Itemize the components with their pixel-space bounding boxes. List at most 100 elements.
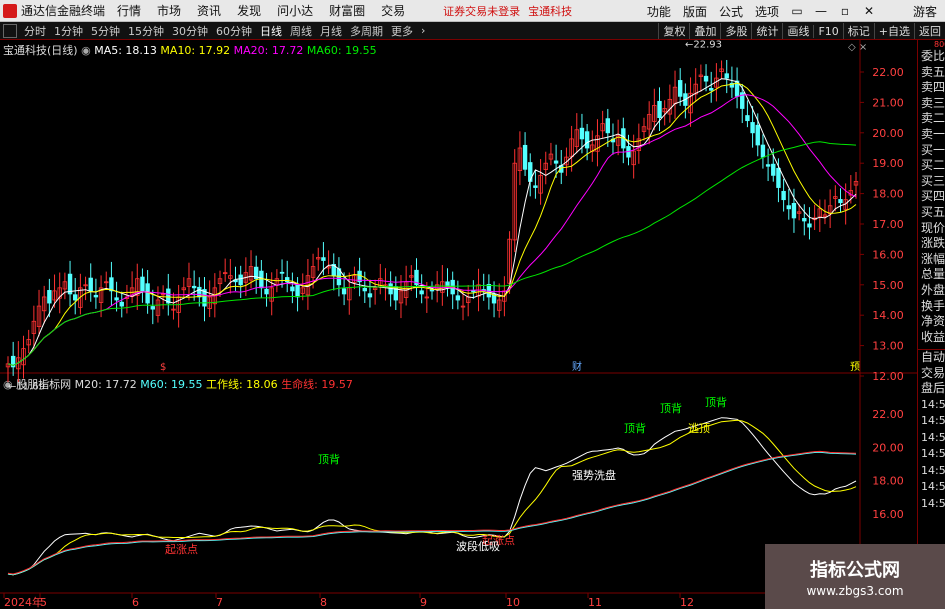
candle-body <box>238 274 243 286</box>
sub-tick-label: 20.00 <box>872 441 904 454</box>
overlay-button[interactable]: 叠加 <box>689 23 720 39</box>
sidebar-item-0[interactable]: 委比 <box>918 49 945 65</box>
window-layout-icon[interactable]: ▭ <box>791 5 803 17</box>
tab-intraday[interactable]: 分时 <box>20 23 50 39</box>
f10-button[interactable]: F10 <box>813 24 842 38</box>
sidebar-bottom-item-2[interactable]: 盘后 <box>918 381 945 397</box>
tab-weekly[interactable]: 周线 <box>286 23 316 39</box>
menu-market[interactable]: 市场 <box>157 2 181 19</box>
ma-lines <box>7 78 857 366</box>
candles <box>5 59 859 383</box>
x-axis-label: 5 <box>40 596 47 609</box>
sidebar-item-7[interactable]: 买二 <box>918 158 945 174</box>
tab-5min[interactable]: 5分钟 <box>87 23 124 39</box>
menu-trade[interactable]: 交易 <box>381 2 405 19</box>
sidebar-bottom-item-0[interactable]: 自动 <box>918 350 945 366</box>
tab-15min[interactable]: 15分钟 <box>124 23 168 39</box>
tab-multi-period[interactable]: 多周期 <box>346 23 387 39</box>
candle-body <box>802 218 807 222</box>
price-tick-label: 19.00 <box>872 157 904 170</box>
chevron-right-icon[interactable]: › <box>417 24 429 37</box>
candle-body <box>750 122 755 134</box>
candle-body <box>150 306 155 310</box>
sub-annotation: 逃顶 <box>688 422 710 435</box>
candle-body <box>579 127 585 140</box>
minimize-icon[interactable]: — <box>815 5 827 17</box>
candle-body <box>191 285 197 289</box>
statistics-button[interactable]: 统计 <box>751 23 782 39</box>
draw-line-button[interactable]: 画线 <box>782 23 813 39</box>
sidebar-item-10[interactable]: 买五 <box>918 205 945 221</box>
x-axis-label: 8 <box>320 596 327 609</box>
sidebar-bottom-item-1[interactable]: 交易 <box>918 366 945 382</box>
sidebar-item-9[interactable]: 买四 <box>918 189 945 205</box>
candle-body <box>471 290 476 293</box>
chart-canvas[interactable]: 顶背顶背顶背 顶背逃顶强势洗盘起涨点起涨点波段低吸 22.0021.0020.00… <box>0 40 917 609</box>
menu-discover[interactable]: 发现 <box>237 2 261 19</box>
x-axis-label: 6 <box>132 596 139 609</box>
price-tick-label: 18.00 <box>872 188 904 201</box>
sub-annotation: 顶背 <box>705 395 727 409</box>
menu-ask[interactable]: 问小达 <box>277 2 313 19</box>
sidebar-item-2[interactable]: 卖四 <box>918 80 945 96</box>
price-tick-label: 13.00 <box>872 340 904 353</box>
sidebar-item-1[interactable]: 卖五 <box>918 65 945 81</box>
price-tick-label: 12.00 <box>872 370 904 383</box>
menu-quotes[interactable]: 行情 <box>117 2 141 19</box>
menu-options[interactable]: 选项 <box>755 3 779 20</box>
sidebar-item-12[interactable]: 涨跌 <box>918 236 945 252</box>
maximize-icon[interactable]: ▫ <box>839 5 851 17</box>
sidebar-item-16[interactable]: 换手 <box>918 299 945 315</box>
back-button[interactable]: 返回 <box>914 23 945 39</box>
sidebar-item-6[interactable]: 买一 <box>918 143 945 159</box>
watermark: 指标公式网 www.zbgs3.com <box>765 544 945 609</box>
menu-news[interactable]: 资讯 <box>197 2 221 19</box>
app-logo <box>3 3 17 18</box>
marker-dividend: $ <box>160 362 166 373</box>
x-axis-label: 2024年 <box>4 595 43 609</box>
trade-login-warning[interactable]: 证券交易未登录 <box>443 3 520 19</box>
sub-annotation: 波段低吸 <box>456 539 500 553</box>
ma10-line <box>7 82 857 366</box>
panel-toggle-button[interactable] <box>3 23 17 38</box>
price-tick-label: 15.00 <box>872 279 904 292</box>
candle-body <box>259 270 264 289</box>
sidebar-item-15[interactable]: 外盘 <box>918 283 945 299</box>
candle-body <box>264 288 269 295</box>
sub-annotation: 顶背 <box>624 421 646 435</box>
sidebar-item-4[interactable]: 卖二 <box>918 111 945 127</box>
candle-body <box>279 271 285 274</box>
adjust-button[interactable]: 复权 <box>658 23 689 39</box>
sidebar-item-17[interactable]: 净资 <box>918 314 945 330</box>
menu-wealth-circle[interactable]: 财富圈 <box>329 2 365 19</box>
close-icon[interactable]: ✕ <box>863 5 875 17</box>
tab-1min[interactable]: 1分钟 <box>50 23 87 39</box>
period-toolbar: 分时 1分钟 5分钟 15分钟 30分钟 60分钟 日线 周线 月线 多周期 更… <box>0 22 945 40</box>
tab-30min[interactable]: 30分钟 <box>168 23 212 39</box>
sidebar-item-11[interactable]: 现价 <box>918 221 945 237</box>
sidebar-time-3: 14:56 <box>921 447 945 461</box>
menu-layout[interactable]: 版面 <box>683 3 707 20</box>
sidebar-item-5[interactable]: 卖一 <box>918 127 945 143</box>
candle-body <box>703 75 709 82</box>
sidebar-item-13[interactable]: 涨幅 <box>918 252 945 268</box>
sidebar-time-1: 14:56 <box>921 414 945 428</box>
sidebar-item-3[interactable]: 卖三 <box>918 96 945 112</box>
candle-body <box>657 100 662 118</box>
tab-monthly[interactable]: 月线 <box>316 23 346 39</box>
tab-daily[interactable]: 日线 <box>256 23 286 39</box>
candle-body <box>93 294 99 298</box>
multi-stock-button[interactable]: 多股 <box>720 23 751 39</box>
menu-formula[interactable]: 公式 <box>719 3 743 20</box>
high-price-label: ←22.93 <box>685 40 722 51</box>
ma20-line <box>7 94 857 366</box>
mark-button[interactable]: 标记 <box>842 23 874 39</box>
guest-user[interactable]: 游客 <box>913 3 937 20</box>
tab-60min[interactable]: 60分钟 <box>212 23 256 39</box>
menu-function[interactable]: 功能 <box>647 3 671 20</box>
tab-more[interactable]: 更多 <box>387 23 417 39</box>
sidebar-item-8[interactable]: 买三 <box>918 174 945 190</box>
add-watchlist-button[interactable]: +自选 <box>873 23 914 39</box>
sidebar-item-14[interactable]: 总量 <box>918 267 945 283</box>
sidebar-item-18[interactable]: 收益 <box>918 330 945 346</box>
